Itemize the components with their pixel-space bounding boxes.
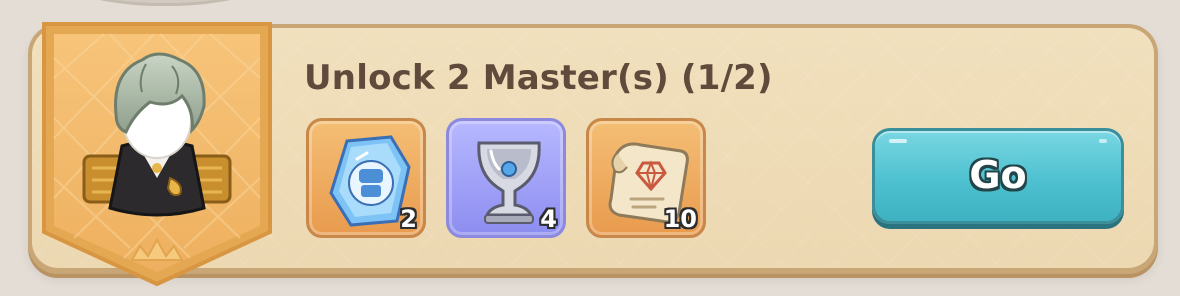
reward-quantity: 2 (400, 205, 417, 233)
reward-item-2[interactable]: 4 (446, 118, 566, 238)
reward-item-1[interactable]: 2 (306, 118, 426, 238)
go-button-label: Go (969, 153, 1027, 197)
top-decoration (70, 0, 260, 6)
quest-title: Unlock 2 Master(s) (1/2) (304, 58, 773, 98)
quest-banner (34, 18, 280, 290)
reward-quantity: 10 (663, 205, 697, 233)
button-highlight (1099, 139, 1107, 143)
reward-quantity: 4 (540, 205, 557, 233)
go-button[interactable]: Go (872, 128, 1124, 224)
button-highlight (889, 139, 907, 143)
master-character-portrait (42, 22, 272, 287)
reward-item-3[interactable]: 10 (586, 118, 706, 238)
